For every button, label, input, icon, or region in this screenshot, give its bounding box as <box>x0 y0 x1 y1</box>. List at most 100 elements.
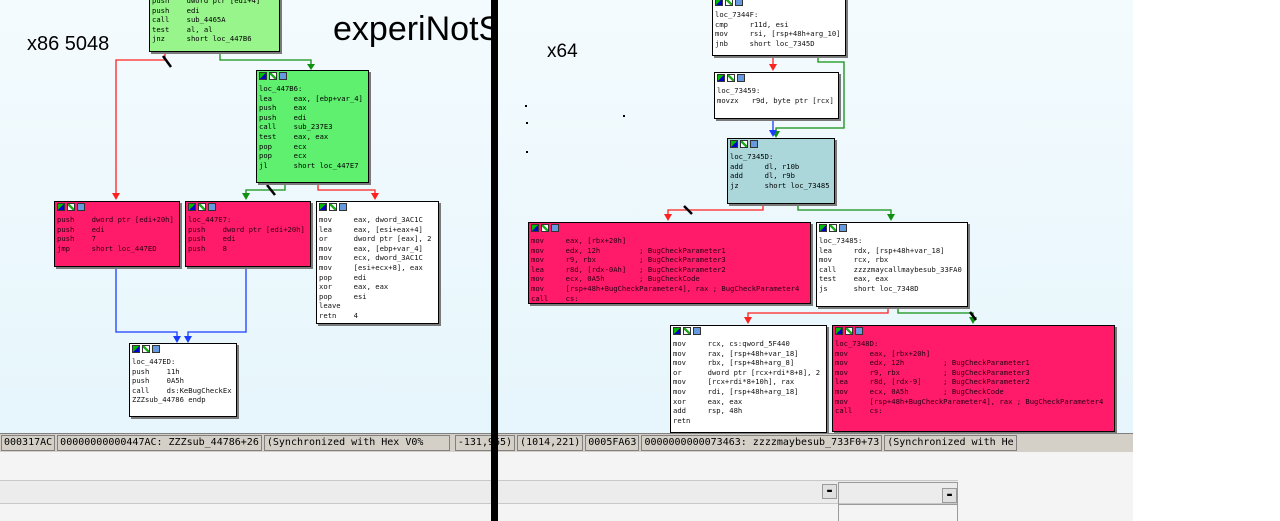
x64-graph-pane[interactable]: x64 loc_7344F: cmp r11d, esi mov rsi, [rsp… <box>498 0 1133 433</box>
asm-line[interactable]: mov [rcx+rdi*8+10h], rax <box>673 377 824 387</box>
asm-line[interactable]: lea r8d, [rdx-9] ; BugCheckParameter2 <box>835 377 1112 387</box>
x64-block-success[interactable]: mov rcx, cs:qword_5F440 mov rax, [rsp+48h… <box>670 325 827 433</box>
asm-line[interactable]: call cs: <box>531 294 808 304</box>
graph-group-icon[interactable] <box>551 224 559 232</box>
graph-group-icon[interactable] <box>839 224 847 232</box>
graph-group-icon[interactable] <box>77 203 85 211</box>
asm-line[interactable]: mov edx, 12h ; BugCheckParameter1 <box>531 246 808 256</box>
asm-line[interactable]: mov r9, rbx ; BugCheckParameter3 <box>531 255 808 265</box>
x86-block-loc-447ed[interactable]: loc_447ED: push 11h push 0A5h call ds:KeBug… <box>129 343 237 417</box>
asm-line[interactable]: mov rax, [rsp+48h+var_18] <box>673 349 824 359</box>
graph-edit-icon[interactable] <box>269 72 277 80</box>
graph-group-icon[interactable] <box>152 345 160 353</box>
asm-line[interactable]: jnz short loc_447B6 <box>152 34 277 44</box>
graph-edit-icon[interactable] <box>845 327 853 335</box>
asm-line[interactable]: push eax <box>259 103 366 113</box>
asm-line[interactable]: mov rbx, [rsp+48h+arg_8] <box>673 358 824 368</box>
x64-block-loc-73485[interactable]: loc_73485: lea rdx, [rsp+48h+var_18] mov r… <box>816 222 968 307</box>
asm-line[interactable]: loc_7345D: <box>730 152 832 162</box>
asm-line[interactable]: push dword ptr [edi+20h] <box>57 215 177 225</box>
graph-group-icon[interactable] <box>735 0 743 6</box>
asm-line[interactable]: mov eax, [ebp+var_4] <box>319 244 436 254</box>
x64-block-bugcheck-a[interactable]: mov eax, [rbx+20h] mov edx, 12h ; BugChec… <box>528 222 811 304</box>
asm-line[interactable]: jl short loc_447E7 <box>259 161 366 171</box>
graph-edit-icon[interactable] <box>740 140 748 148</box>
asm-line[interactable]: mov [rsp+48h+BugCheckParameter4], rax ; … <box>835 397 1112 407</box>
asm-line[interactable]: jnb short loc_7345D <box>715 39 843 49</box>
graph-color-icon[interactable] <box>531 224 539 232</box>
asm-line[interactable]: mov r9, rbx ; BugCheckParameter3 <box>835 368 1112 378</box>
graph-group-icon[interactable] <box>693 327 701 335</box>
asm-line[interactable]: call cs: <box>835 406 1112 416</box>
asm-line[interactable]: loc_73459: <box>717 86 836 96</box>
asm-line[interactable]: jz short loc_73485 <box>730 181 832 191</box>
asm-line[interactable]: add dl, r10b <box>730 162 832 172</box>
asm-line[interactable]: pop edi <box>319 273 436 283</box>
asm-line[interactable]: mov rcx, cs:qword_5F440 <box>673 339 824 349</box>
graph-color-icon[interactable] <box>717 74 725 82</box>
x86-block-push-7[interactable]: push dword ptr [edi+20h] push edi push 7 jm… <box>54 201 180 267</box>
asm-line[interactable]: push edi <box>259 113 366 123</box>
graph-color-icon[interactable] <box>730 140 738 148</box>
graph-group-icon[interactable] <box>855 327 863 335</box>
asm-line[interactable]: loc_7348D: <box>835 339 1112 349</box>
asm-line[interactable]: test eax, eax <box>259 132 366 142</box>
asm-line[interactable]: mov rdi, [rsp+48h+arg_18] <box>673 387 824 397</box>
asm-line[interactable]: cmp r11d, esi <box>715 20 843 30</box>
x64-block-loc-7344f[interactable]: loc_7344F: cmp r11d, esi mov rsi, [rsp+48h… <box>712 0 846 56</box>
graph-color-icon[interactable] <box>188 203 196 211</box>
x86-graph-pane[interactable]: push dword ptr [edi+4] push edi call sub_4… <box>0 0 491 433</box>
asm-line[interactable]: mov rsi, [rsp+48h+arg_10] <box>715 29 843 39</box>
asm-line[interactable]: push edi <box>152 6 277 16</box>
graph-group-icon[interactable] <box>279 72 287 80</box>
asm-line[interactable]: lea eax, [ebp+var_4] <box>259 94 366 104</box>
asm-line[interactable]: mov eax, [rbx+20h] <box>835 349 1112 359</box>
asm-line[interactable]: lea rdx, [rsp+48h+var_18] <box>819 246 965 256</box>
asm-line[interactable]: movzx r9d, byte ptr [rcx] <box>717 96 836 106</box>
asm-line[interactable]: mov eax, dword_3AC1C <box>319 215 436 225</box>
asm-line[interactable]: loc_447E7: <box>188 215 308 225</box>
graph-color-icon[interactable] <box>57 203 65 211</box>
asm-line[interactable]: push 11h <box>132 367 234 377</box>
graph-group-icon[interactable] <box>750 140 758 148</box>
asm-line[interactable]: mov eax, [rbx+20h] <box>531 236 808 246</box>
asm-line[interactable]: or dword ptr [eax], 2 <box>319 234 436 244</box>
graph-group-icon[interactable] <box>339 203 347 211</box>
asm-line[interactable]: leave <box>319 301 436 311</box>
graph-edit-icon[interactable] <box>142 345 150 353</box>
graph-color-icon[interactable] <box>319 203 327 211</box>
asm-line[interactable]: pop ecx <box>259 151 366 161</box>
x64-block-loc-7345d[interactable]: loc_7345D: add dl, r10b add dl, r9b jz shor… <box>727 138 835 204</box>
asm-line[interactable]: push 8 <box>188 244 308 254</box>
asm-line[interactable]: mov edx, 12h ; BugCheckParameter1 <box>835 358 1112 368</box>
asm-line[interactable]: mov [rsp+48h+BugCheckParameter4], rax ; … <box>531 284 808 294</box>
graph-edit-icon[interactable] <box>329 203 337 211</box>
asm-line[interactable]: jmp short loc_447ED <box>57 244 177 254</box>
asm-line[interactable]: mov ecx, dword_3AC1C <box>319 253 436 263</box>
asm-line[interactable]: loc_447ED: <box>132 357 234 367</box>
collapse-left-icon[interactable]: ▬ <box>822 484 837 499</box>
asm-line[interactable]: loc_73485: <box>819 236 965 246</box>
asm-line[interactable]: mov ecx, 0A5h ; BugCheckCode <box>835 387 1112 397</box>
asm-line[interactable]: lea r8d, [rdx-0Ah] ; BugCheckParameter2 <box>531 265 808 275</box>
asm-line[interactable]: call sub_237E3 <box>259 122 366 132</box>
x86-block-loc-447b6[interactable]: loc_447B6: lea eax, [ebp+var_4] push eax pu… <box>256 70 369 183</box>
asm-line[interactable]: js short loc_7348D <box>819 284 965 294</box>
x86-block-loc-447e7[interactable]: loc_447E7: push dword ptr [edi+20h] push e… <box>185 201 311 267</box>
collapse-right-icon[interactable]: ▬ <box>942 488 957 503</box>
graph-edit-icon[interactable] <box>67 203 75 211</box>
graph-edit-icon[interactable] <box>683 327 691 335</box>
asm-line[interactable]: loc_7344F: <box>715 10 843 20</box>
graph-color-icon[interactable] <box>835 327 843 335</box>
asm-line[interactable]: pop ecx <box>259 142 366 152</box>
asm-line[interactable]: mov [esi+ecx+8], eax <box>319 263 436 273</box>
x86-block-success[interactable]: mov eax, dword_3AC1C lea eax, [esi+eax+4]… <box>316 201 439 324</box>
asm-line[interactable]: call zzzzmaycallmaybesub_33FA0 <box>819 265 965 275</box>
asm-line[interactable]: xor eax, eax <box>319 282 436 292</box>
asm-line[interactable]: test eax, eax <box>819 274 965 284</box>
asm-line[interactable]: push dword ptr [edi+20h] <box>188 225 308 235</box>
x86-block-entry[interactable]: push dword ptr [edi+4] push edi call sub_4… <box>149 0 280 52</box>
graph-edit-icon[interactable] <box>198 203 206 211</box>
asm-line[interactable]: retn <box>673 416 824 426</box>
asm-line[interactable]: xor eax, eax <box>673 397 824 407</box>
